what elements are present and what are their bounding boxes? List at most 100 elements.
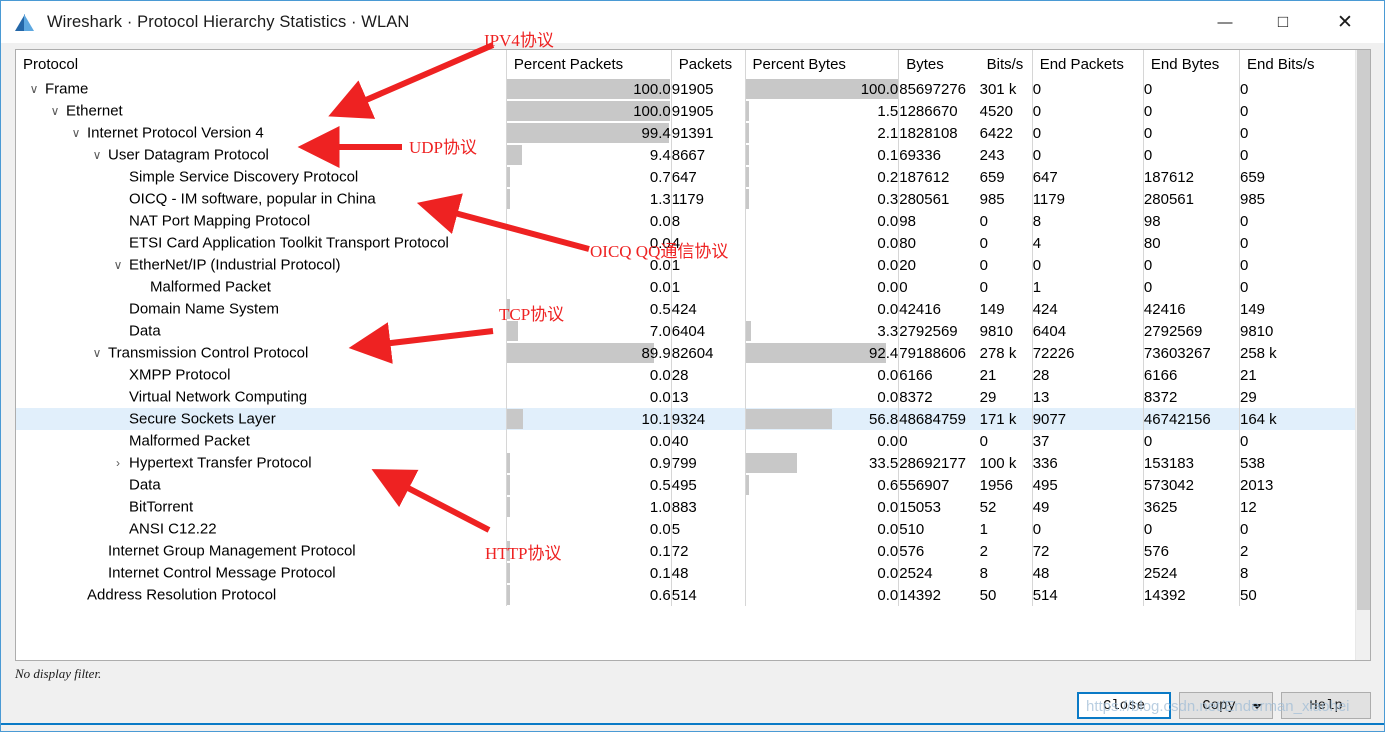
table-row[interactable]: Internet Group Management Protocol 0.1 72 0… [16,540,1370,562]
table-row[interactable]: ∨ Transmission Control Protocol 89.9 82604 9… [16,342,1370,364]
bytes-cell: 14392 [898,584,980,606]
close-button[interactable]: Close [1077,692,1171,719]
protocol-cell[interactable]: ∨ Frame [16,78,506,100]
protocol-hierarchy-table[interactable]: Protocol Percent Packets Packets Percent… [16,50,1370,606]
table-row[interactable]: ETSI Card Application Toolkit Transport … [16,232,1370,254]
scrollbar-thumb[interactable] [1357,50,1370,610]
protocol-cell[interactable]: Secure Sockets Layer [16,408,507,430]
chevron-down-icon[interactable]: ∨ [107,258,129,272]
protocol-cell[interactable]: › Hypertext Transfer Protocol [16,452,506,474]
table-row[interactable]: ANSI C12.22 0.0 5 0.0 510 1 0 0 0 [16,518,1370,540]
table-body[interactable]: ∨ Frame 100.0 91905 100.0 85697276 301 k 0 0 0 ∨ Et… [16,78,1370,606]
protocol-cell[interactable]: NAT Port Mapping Protocol [16,210,506,232]
column-header-percent-packets[interactable]: Percent Packets [505,50,672,78]
table-row[interactable]: NAT Port Mapping Protocol 0.0 8 0.0 98 0 8 98 0 [16,210,1370,232]
vertical-scrollbar[interactable] [1355,50,1370,660]
end-packets-cell: 0 [1031,78,1144,100]
bytes-cell: 187612 [898,166,980,188]
column-header-protocol[interactable]: Protocol [16,50,507,78]
column-header-end-packets[interactable]: End Packets [1031,50,1144,78]
copy-button[interactable]: Copy [1179,692,1273,719]
bits-per-sec-cell: 0 [979,212,988,230]
chevron-down-icon[interactable]: ∨ [44,104,66,118]
percent-bar [506,145,522,165]
protocol-cell[interactable]: XMPP Protocol [16,364,506,386]
end-bits-per-sec-cell: 21 [1238,364,1370,386]
column-header-end-bits-s[interactable]: End Bits/s [1238,50,1370,78]
protocol-cell[interactable]: Domain Name System [16,298,506,320]
protocol-cell[interactable]: BitTorrent [16,496,506,518]
table-row[interactable]: XMPP Protocol 0.0 28 0.0 6166 21 28 6166 21 [16,364,1370,386]
table-row[interactable]: Internet Control Message Protocol 0.1 48 0.… [16,562,1370,584]
table-row[interactable]: Malformed Packet 0.0 40 0.0 0 0 37 0 0 [16,430,1370,452]
end-bits-per-sec-cell: 0 [1238,210,1370,232]
percent-packets-cell: 7.0 [505,320,672,342]
protocol-cell[interactable]: Data [16,320,506,342]
packets-cell: 91905 [670,100,746,122]
protocol-cell[interactable]: Internet Group Management Protocol [16,540,506,562]
column-header-bytes[interactable]: Bytes [898,50,980,78]
table-row[interactable]: Data 7.0 6404 3.3 2792569 9810 6404 2792569 9810 [16,320,1370,342]
table-row[interactable]: Address Resolution Protocol 0.6 514 0.0 1439… [16,584,1370,606]
column-header-end-bytes[interactable]: End Bytes [1142,50,1240,78]
percent-packets-cell: 100.0 [505,78,672,100]
table-row[interactable]: › Hypertext Transfer Protocol 0.9 799 33.5 28… [16,452,1370,474]
table-row[interactable]: ∨ Internet Protocol Version 4 99.4 91391 2.1… [16,122,1370,144]
protocol-cell[interactable]: ∨ Internet Protocol Version 4 [16,122,506,144]
protocol-cell[interactable]: ANSI C12.22 [16,518,506,540]
close-icon[interactable]: ✕ [1322,1,1368,43]
protocol-cell[interactable]: Data [16,474,506,496]
protocol-name: Malformed Packet [150,278,271,296]
table-header-row[interactable]: Protocol Percent Packets Packets Percent… [16,50,1370,78]
chevron-down-icon[interactable]: ∨ [23,82,45,96]
table-row[interactable]: ∨ Ethernet 100.0 91905 1.5 1286670 4520 0 0 0 [16,100,1370,122]
end-packets-cell: 0 [1031,122,1144,144]
protocol-name: BitTorrent [129,498,194,516]
column-header-percent-bytes[interactable]: Percent Bytes [744,50,899,78]
percent-value: 0.0 [649,520,671,538]
table-row[interactable]: Simple Service Discovery Protocol 0.7 647 0… [16,166,1370,188]
chevron-right-icon[interactable]: › [107,456,129,470]
end-bytes-cell: 46742156 [1142,408,1240,430]
protocol-cell[interactable]: Malformed Packet [16,276,506,298]
table-row[interactable]: OICQ - IM software, popular in China 1.3 1… [16,188,1370,210]
chevron-down-icon[interactable]: ∨ [65,126,87,140]
table-row[interactable]: Malformed Packet 0.0 1 0.0 0 0 1 0 0 [16,276,1370,298]
percent-bytes-cell: 0.3 [744,188,899,210]
protocol-cell[interactable]: Virtual Network Computing [16,386,506,408]
column-header-bits-s[interactable]: Bits/s [979,50,1033,78]
end-bits-per-sec-cell: 0 [1238,518,1370,540]
packets-cell: 8667 [670,144,746,166]
protocol-cell[interactable]: ∨ Ethernet [16,100,506,122]
end-bits-per-sec-cell: 659 [1238,166,1370,188]
end-bits-per-sec-cell: 538 [1238,452,1370,474]
table-row[interactable]: BitTorrent 1.0 883 0.0 15053 52 49 3625 12 [16,496,1370,518]
table-row[interactable]: Secure Sockets Layer 10.1 9324 56.8 48684759… [16,408,1370,430]
end-bytes-cell: 153183 [1142,452,1240,474]
maximize-icon[interactable]: □ [1260,1,1306,43]
table-row[interactable]: ∨ EtherNet/IP (Industrial Protocol) 0.0 1 0.… [16,254,1370,276]
protocol-cell[interactable]: Internet Control Message Protocol [16,562,506,584]
end-packets-cell: 336 [1031,452,1144,474]
minimize-icon[interactable]: — [1202,1,1248,43]
table-row[interactable]: Data 0.5 495 0.6 556907 1956 495 573042 2013 [16,474,1370,496]
percent-bar [506,541,510,561]
protocol-cell[interactable]: ∨ User Datagram Protocol [16,144,506,166]
title-bar[interactable]: Wireshark · Protocol Hierarchy Statistic… [1,1,1384,43]
protocol-cell[interactable]: ETSI Card Application Toolkit Transport … [16,232,506,254]
chevron-down-icon[interactable]: ∨ [86,346,108,360]
help-button[interactable]: Help [1281,692,1371,719]
table-row[interactable]: ∨ User Datagram Protocol 9.4 8667 0.1 69336 24… [16,144,1370,166]
table-row[interactable]: ∨ Frame 100.0 91905 100.0 85697276 301 k000 [16,78,1370,100]
protocol-cell[interactable]: Address Resolution Protocol [16,584,506,606]
chevron-down-icon[interactable]: ∨ [86,148,108,162]
protocol-cell[interactable]: ∨ Transmission Control Protocol [16,342,506,364]
protocol-cell[interactable]: Simple Service Discovery Protocol [16,166,506,188]
table-row[interactable]: Domain Name System 0.5 424 0.0 42416 149 424 42… [16,298,1370,320]
protocol-cell[interactable]: Malformed Packet [16,430,506,452]
protocol-cell[interactable]: OICQ - IM software, popular in China [16,188,506,210]
packets-cell: 1 [670,254,746,276]
column-header-packets[interactable]: Packets [670,50,746,78]
protocol-cell[interactable]: ∨ EtherNet/IP (Industrial Protocol) [16,254,506,276]
table-row[interactable]: Virtual Network Computing 0.0 13 0.0 8372 29 1… [16,386,1370,408]
